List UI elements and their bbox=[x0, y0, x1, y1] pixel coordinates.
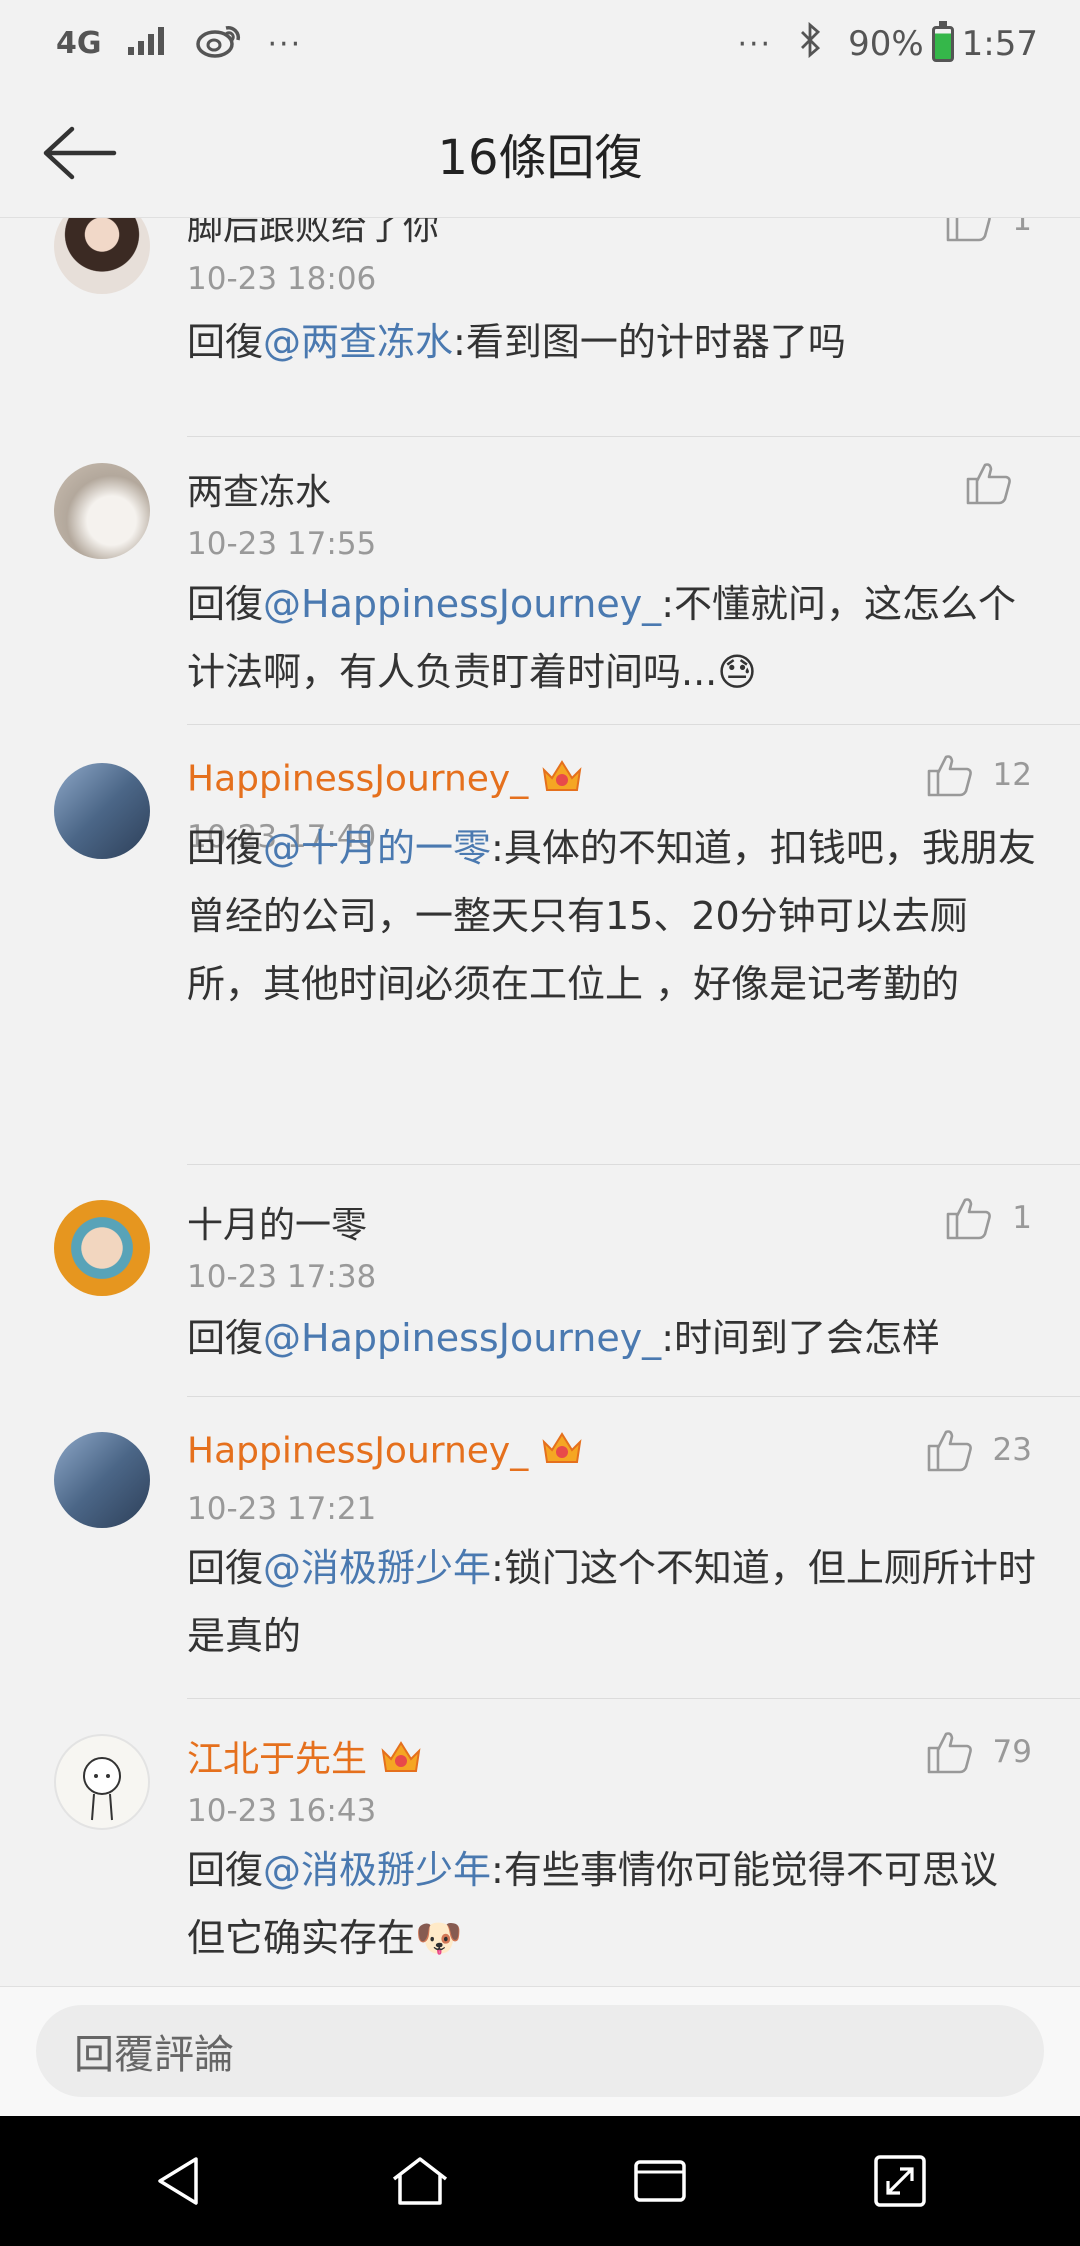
like-button[interactable]: 12 bbox=[927, 753, 1032, 797]
avatar[interactable] bbox=[54, 463, 150, 559]
reply-body: :时间到了会怎样 bbox=[661, 1316, 940, 1360]
like-count: 1 bbox=[1012, 1200, 1032, 1236]
list-item: 十月的一零 10-23 17:38 回復@HappinessJourney_:时… bbox=[0, 1166, 1080, 1398]
mention-link[interactable]: @消极掰少年 bbox=[263, 1546, 491, 1590]
like-button[interactable]: 23 bbox=[927, 1428, 1032, 1472]
thumbs-up-icon bbox=[946, 218, 992, 242]
thumbs-up-icon bbox=[927, 755, 972, 797]
nav-home-button[interactable] bbox=[375, 2136, 465, 2226]
list-item: 两查冻水 10-23 17:55 回復@HappinessJourney_:不懂… bbox=[0, 436, 1080, 726]
reply-prefix: 回復 bbox=[187, 1316, 264, 1360]
commenter-name-text: HappinessJourney_ bbox=[187, 1430, 529, 1472]
network-indicator: 4G bbox=[56, 26, 102, 61]
reply-prefix: 回復 bbox=[187, 826, 264, 870]
reply-body: :看到图一的计时器了吗 bbox=[453, 320, 846, 364]
more-notifications-icon: ··· bbox=[267, 26, 303, 62]
commenter-name[interactable]: 十月的一零 bbox=[187, 1196, 367, 1248]
bluetooth-icon bbox=[798, 21, 822, 67]
comment-text[interactable]: 回復@消极掰少年:有些事情你可能觉得不可思议 但它确实存在🐶 bbox=[187, 1836, 1037, 1972]
list-item: 脚后跟败给了你 10-23 18:06 回復@两查冻水:看到图一的计时器了吗 1 bbox=[0, 218, 1080, 438]
reply-prefix: 回復 bbox=[187, 320, 264, 364]
mention-link[interactable]: @HappinessJourney_ bbox=[263, 582, 661, 626]
home-icon bbox=[392, 2157, 448, 2205]
comment-text[interactable]: 回復@两查冻水:看到图一的计时器了吗 bbox=[187, 308, 1037, 376]
signal-icon bbox=[127, 24, 170, 64]
avatar[interactable] bbox=[54, 763, 150, 859]
divider bbox=[187, 1396, 1080, 1397]
vip-crown-icon bbox=[540, 756, 584, 805]
commenter-name[interactable]: 两查冻水 bbox=[187, 463, 331, 515]
clock: 1:57 bbox=[961, 24, 1038, 64]
status-bar: 4G ··· ··· 90% 1:57 bbox=[0, 0, 1080, 88]
comment-text[interactable]: 回復@HappinessJourney_:不懂就问，这怎么个计法啊，有人负责盯着… bbox=[187, 570, 1037, 706]
comment-text[interactable]: 回復@消极掰少年:锁门这个不知道，但上厕所计时是真的 bbox=[187, 1534, 1037, 1670]
reply-prefix: 回復 bbox=[187, 582, 264, 626]
list-item: 江北于先生 10-23 16:43 回復@消极掰少年:有些事情你可能觉得不可思议… bbox=[0, 1700, 1080, 1986]
divider bbox=[187, 1698, 1080, 1699]
divider bbox=[187, 724, 1080, 725]
nav-back-button[interactable] bbox=[135, 2136, 225, 2226]
like-count: 1 bbox=[1012, 218, 1032, 238]
comment-text-row[interactable]: 回復@十月的一零:具体的不知道，扣钱吧，我朋友曾经的公司，一整天只有15、20分… bbox=[187, 814, 1037, 1018]
commenter-name-text: HappinessJourney_ bbox=[187, 758, 529, 800]
like-count: 23 bbox=[992, 1432, 1032, 1468]
like-button[interactable]: 1 bbox=[946, 218, 1032, 242]
list-item: HappinessJourney_ 10-23 17:40 回復@十月的一零:具… bbox=[0, 726, 1080, 1166]
page-title: 16條回復 bbox=[437, 129, 643, 186]
nav-recents-button[interactable] bbox=[615, 2136, 705, 2226]
avatar[interactable] bbox=[54, 1734, 150, 1830]
more-status-icon: ··· bbox=[737, 26, 773, 62]
thumbs-up-icon bbox=[946, 1198, 992, 1240]
mention-link[interactable]: @消极掰少年 bbox=[263, 1848, 491, 1892]
like-button[interactable] bbox=[966, 461, 1032, 505]
thumbs-up-icon bbox=[927, 1732, 972, 1774]
commenter-name[interactable]: HappinessJourney_ bbox=[187, 756, 584, 805]
commenter-name[interactable]: HappinessJourney_ bbox=[187, 1428, 584, 1477]
thumbs-up-icon bbox=[966, 463, 1011, 505]
page-header: 16條回復 bbox=[0, 88, 1080, 218]
reply-list[interactable]: 脚后跟败给了你 10-23 18:06 回復@两查冻水:看到图一的计时器了吗 1… bbox=[0, 218, 1080, 1986]
avatar[interactable] bbox=[54, 1200, 150, 1296]
mention-link[interactable]: @十月的一零 bbox=[263, 826, 491, 870]
like-button[interactable]: 79 bbox=[927, 1730, 1032, 1774]
reply-prefix: 回復 bbox=[187, 1546, 264, 1590]
commenter-name[interactable]: 脚后跟败给了你 bbox=[187, 218, 439, 250]
reply-prefix: 回復 bbox=[187, 1848, 264, 1892]
thumbs-up-icon bbox=[927, 1430, 972, 1472]
triangle-back-icon bbox=[158, 2157, 198, 2205]
comment-time: 10-23 17:38 bbox=[187, 1259, 377, 1295]
expand-icon bbox=[874, 2155, 926, 2207]
divider bbox=[187, 1164, 1080, 1165]
comment-time: 10-23 17:21 bbox=[187, 1491, 377, 1527]
avatar[interactable] bbox=[54, 1432, 150, 1528]
vip-crown-icon bbox=[540, 1428, 584, 1477]
commenter-name[interactable]: 江北于先生 bbox=[187, 1730, 423, 1786]
mention-link[interactable]: @HappinessJourney_ bbox=[263, 1316, 661, 1360]
vip-crown-icon bbox=[379, 1737, 423, 1786]
battery-percent: 90% bbox=[848, 24, 924, 64]
battery-icon bbox=[931, 21, 954, 62]
comment-time: 10-23 17:55 bbox=[187, 526, 377, 562]
reply-bar: 回覆評論 bbox=[0, 1986, 1080, 2116]
like-count: 79 bbox=[992, 1734, 1032, 1770]
reply-input[interactable]: 回覆評論 bbox=[36, 2005, 1044, 2097]
mention-link[interactable]: @两查冻水 bbox=[263, 320, 453, 364]
back-arrow-icon bbox=[43, 126, 117, 180]
list-item: HappinessJourney_ 10-23 17:21 回復@消极掰少年:锁… bbox=[0, 1398, 1080, 1700]
comment-text[interactable]: 回復@HappinessJourney_:时间到了会怎样 bbox=[187, 1304, 1037, 1372]
weibo-icon bbox=[195, 22, 242, 67]
avatar[interactable] bbox=[54, 218, 150, 294]
comment-time: 10-23 16:43 bbox=[187, 1793, 377, 1829]
like-button[interactable]: 1 bbox=[946, 1196, 1032, 1240]
back-button[interactable] bbox=[40, 118, 120, 188]
nav-expand-button[interactable] bbox=[855, 2136, 945, 2226]
commenter-name-text: 江北于先生 bbox=[187, 1739, 368, 1780]
system-nav-bar bbox=[0, 2116, 1080, 2246]
recents-icon bbox=[634, 2160, 686, 2202]
comment-time: 10-23 18:06 bbox=[187, 261, 377, 297]
like-count: 12 bbox=[992, 757, 1032, 793]
